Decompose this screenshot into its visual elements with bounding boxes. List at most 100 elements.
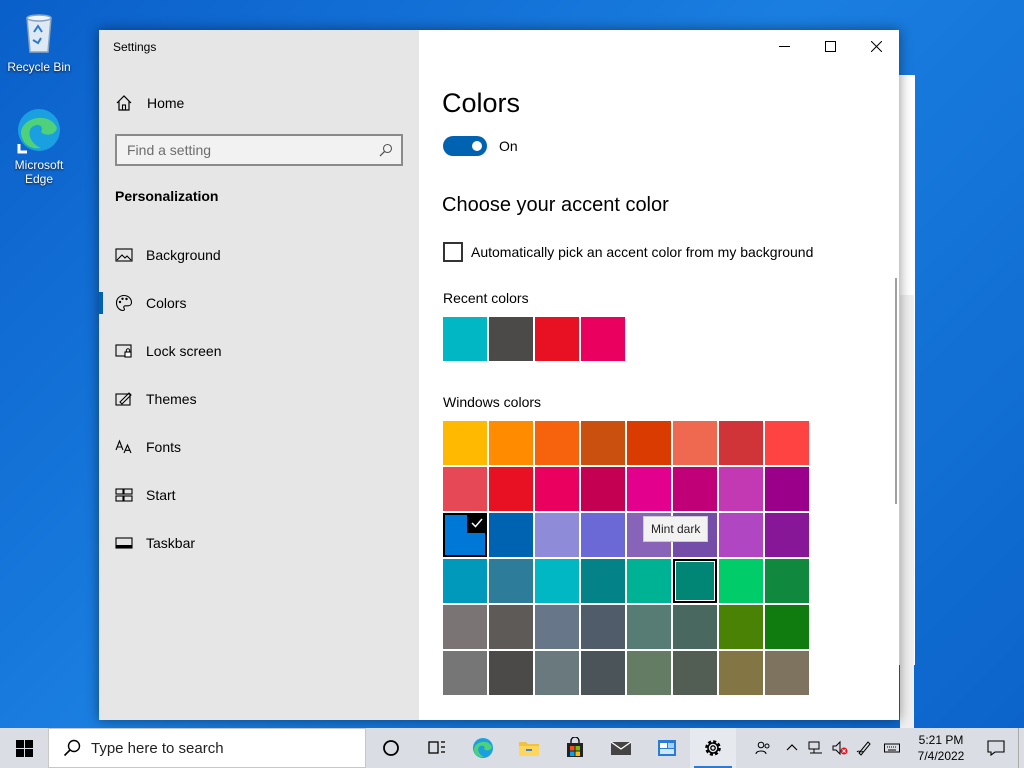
network-button[interactable] [804,728,828,768]
windows-color-swatch[interactable] [581,559,625,603]
windows-color-swatch[interactable] [627,467,671,511]
windows-color-swatch[interactable] [719,651,763,695]
windows-color-swatch[interactable] [765,605,809,649]
windows-color-swatch[interactable] [443,467,487,511]
taskbar-search-input[interactable] [91,739,341,757]
windows-color-swatch[interactable] [765,421,809,465]
recent-color-swatch[interactable] [489,317,533,361]
windows-color-swatch[interactable] [719,421,763,465]
windows-color-swatch[interactable] [489,421,533,465]
windows-color-swatch[interactable] [627,421,671,465]
windows-color-swatch[interactable] [627,651,671,695]
windows-color-swatch[interactable] [489,651,533,695]
windows-color-swatch[interactable] [673,651,717,695]
show-desktop-button[interactable] [1018,728,1024,768]
windows-color-swatch[interactable] [535,559,579,603]
windows-color-swatch[interactable] [719,559,763,603]
sidebar-item-colors[interactable]: Colors [99,279,419,327]
windows-color-swatch[interactable] [581,467,625,511]
windows-color-swatch[interactable] [765,651,809,695]
windows-color-swatch[interactable] [489,559,533,603]
windows-color-swatch[interactable] [765,513,809,557]
taskbar-clock[interactable]: 5:21 PM 7/4/2022 [908,732,974,764]
windows-color-swatch[interactable] [719,467,763,511]
windows-color-swatch[interactable] [443,605,487,649]
windows-color-swatch[interactable] [673,559,717,603]
search-icon[interactable] [379,143,393,157]
settings-taskbar-button[interactable] [690,728,736,768]
volume-muted-icon [832,740,848,756]
windows-color-swatch[interactable] [443,513,487,557]
clock-time: 5:21 PM [918,733,964,747]
windows-color-swatch[interactable] [535,605,579,649]
windows-color-swatch[interactable] [673,605,717,649]
windows-color-swatch[interactable] [443,651,487,695]
sidebar-item-taskbar[interactable]: Taskbar [99,519,419,567]
people-button[interactable] [746,728,780,768]
sidebar-item-fonts[interactable]: Fonts [99,423,419,471]
windows-color-swatch[interactable] [719,605,763,649]
windows-color-swatch[interactable] [673,421,717,465]
task-view-button[interactable] [368,728,414,768]
windows-color-swatch[interactable] [673,467,717,511]
find-setting-input[interactable] [127,142,379,158]
desktop-icon-label: Microsoft Edge [14,158,64,186]
windows-color-swatch[interactable] [443,421,487,465]
windows-color-swatch[interactable] [489,513,533,557]
windows-color-swatch[interactable] [535,467,579,511]
action-center-button[interactable] [974,728,1018,768]
mail-button[interactable] [598,728,644,768]
file-explorer-button[interactable] [506,728,552,768]
windows-color-swatch[interactable] [627,559,671,603]
lock-screen-icon [115,344,132,358]
windows-color-swatch[interactable] [535,651,579,695]
start-button[interactable] [0,728,48,768]
taskbar-edge-button[interactable] [460,728,506,768]
windows-color-swatch[interactable] [489,467,533,511]
start-icon [115,488,133,502]
accent-color-heading: Choose your accent color [442,194,669,216]
recent-color-swatch[interactable] [535,317,579,361]
recent-color-swatch[interactable] [581,317,625,361]
sidebar-item-background[interactable]: Background [99,231,419,279]
windows-color-swatch[interactable] [489,605,533,649]
pen-button[interactable] [852,728,876,768]
touch-keyboard-button[interactable] [876,728,908,768]
windows-color-swatch[interactable] [535,513,579,557]
section-label-personalization: Personalization [115,188,219,204]
sidebar-item-themes[interactable]: Themes [99,375,419,423]
windows-color-swatch[interactable] [765,467,809,511]
timeline-button[interactable] [414,728,460,768]
windows-color-swatch[interactable] [581,421,625,465]
maximize-button[interactable] [807,30,853,62]
home-icon [116,95,132,111]
nav-home[interactable]: Home [115,94,184,112]
colors-toggle[interactable] [443,136,487,156]
windows-color-swatch[interactable] [581,605,625,649]
recent-color-swatch[interactable] [443,317,487,361]
minimize-button[interactable] [761,30,807,62]
windows-color-swatch[interactable] [581,651,625,695]
content-scrollbar[interactable] [895,278,897,504]
windows-color-swatch[interactable] [765,559,809,603]
windows-color-swatch[interactable] [719,513,763,557]
sidebar-item-start[interactable]: Start [99,471,419,519]
sidebar-item-lock-screen[interactable]: Lock screen [99,327,419,375]
windows-color-swatch[interactable] [443,559,487,603]
people-icon [755,741,770,755]
sidebar-item-label: Taskbar [146,535,196,551]
photos-button[interactable] [644,728,690,768]
windows-color-swatch[interactable] [581,513,625,557]
windows-color-swatch[interactable] [627,605,671,649]
volume-button[interactable] [828,728,852,768]
desktop-icon-edge[interactable]: Microsoft Edge [1,106,77,186]
desktop-icon-recycle-bin[interactable]: Recycle Bin [1,8,77,74]
nav-home-label: Home [147,95,185,111]
auto-pick-label[interactable]: Automatically pick an accent color from … [471,244,813,260]
windows-color-swatch[interactable] [535,421,579,465]
auto-pick-checkbox[interactable] [443,242,463,262]
store-button[interactable] [552,728,598,768]
recycle-bin-icon [26,14,52,53]
show-hidden-icons-button[interactable] [780,728,804,768]
close-button[interactable] [853,30,899,62]
